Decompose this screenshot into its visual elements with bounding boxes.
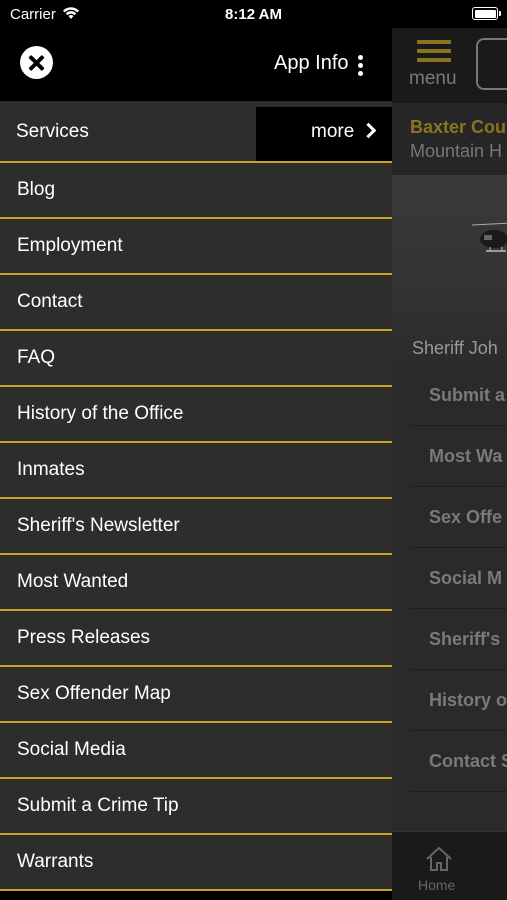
- menu-item-history[interactable]: History of the Office: [0, 387, 392, 443]
- list-item-label: Most Wa: [429, 446, 503, 466]
- list-item[interactable]: Most Wa: [410, 426, 507, 487]
- background-app: menu Baxter Cou Mountain H Sheriff Joh S…: [392, 28, 507, 900]
- status-time: 8:12 AM: [225, 6, 282, 23]
- services-label: Services: [16, 121, 89, 142]
- list-item-label: Sheriff's: [429, 629, 501, 649]
- menu-item-label: History of the Office: [17, 403, 184, 424]
- menu-item-label: Contact: [17, 291, 83, 312]
- menu-item-label: Social Media: [17, 739, 126, 760]
- menu-item-blog[interactable]: Blog: [0, 163, 392, 219]
- menu-item-label: Most Wanted: [17, 571, 129, 592]
- list-item[interactable]: History o: [410, 670, 507, 731]
- menu-item-label: Sheriff's Newsletter: [17, 515, 180, 536]
- agency-location: Mountain H: [410, 141, 503, 161]
- menu-item-label: Inmates: [17, 459, 85, 480]
- list-item[interactable]: Sheriff's: [410, 609, 507, 670]
- menu-item-employment[interactable]: Employment: [0, 219, 392, 275]
- menu-item-label: Sex Offender Map: [17, 683, 171, 704]
- menu-item-label: Submit a Crime Tip: [17, 795, 179, 816]
- list-item-label: Social M: [429, 568, 503, 588]
- hero-image: Sheriff Joh: [392, 175, 507, 365]
- side-drawer: App Info Services more Blog Employment C…: [0, 0, 392, 900]
- drawer-menu-list: Blog Employment Contact FAQ History of t…: [0, 163, 392, 891]
- menu-item-crime-tip[interactable]: Submit a Crime Tip: [0, 779, 392, 835]
- more-button[interactable]: more: [256, 107, 392, 161]
- menu-item-newsletter[interactable]: Sheriff's Newsletter: [0, 499, 392, 555]
- home-icon[interactable]: [424, 846, 454, 872]
- menu-item-faq[interactable]: FAQ: [0, 331, 392, 387]
- list-item-label: Sex Offe: [429, 507, 503, 527]
- list-item[interactable]: Sex Offe: [410, 487, 507, 548]
- header-button[interactable]: [476, 38, 507, 90]
- helicopter-icon: [472, 222, 507, 252]
- menu-item-label: Blog: [17, 179, 56, 200]
- menu-item-press-releases[interactable]: Press Releases: [0, 611, 392, 667]
- more-label: more: [311, 121, 355, 142]
- close-icon[interactable]: [20, 46, 53, 79]
- menu-item-label: Press Releases: [17, 627, 151, 648]
- menu-item-inmates[interactable]: Inmates: [0, 443, 392, 499]
- hero-caption: Sheriff Joh: [412, 338, 498, 358]
- battery-icon: [472, 7, 501, 20]
- list-item-label: Contact S: [429, 751, 507, 771]
- list-item-label: History o: [429, 690, 507, 710]
- drawer-header: App Info: [0, 28, 392, 101]
- background-title-area: Baxter Cou Mountain H: [392, 103, 507, 175]
- tab-bar: Home: [392, 831, 507, 900]
- agency-title: Baxter Cou: [410, 117, 507, 137]
- list-item[interactable]: Submit a: [410, 365, 507, 426]
- background-list: Submit a Most Wa Sex Offe Social M Sheri…: [392, 365, 507, 792]
- menu-item-warrants[interactable]: Warrants: [0, 835, 392, 891]
- chevron-right-icon: [360, 122, 377, 139]
- menu-item-label: Warrants: [17, 851, 94, 872]
- list-item-label: Submit a: [429, 385, 506, 405]
- menu-label: menu: [409, 68, 457, 89]
- menu-item-label: Employment: [17, 235, 123, 256]
- services-row[interactable]: Services more: [0, 101, 392, 163]
- app-info-button[interactable]: App Info: [274, 52, 349, 75]
- background-header: menu: [392, 28, 507, 103]
- status-bar: Carrier 8:12 AM: [0, 0, 507, 28]
- more-vertical-icon[interactable]: [358, 55, 364, 79]
- menu-item-most-wanted[interactable]: Most Wanted: [0, 555, 392, 611]
- menu-item-contact[interactable]: Contact: [0, 275, 392, 331]
- list-item[interactable]: Contact S: [410, 731, 507, 792]
- list-item[interactable]: Social M: [410, 548, 507, 609]
- tab-home-label[interactable]: Home: [418, 877, 455, 893]
- menu-item-sex-offender-map[interactable]: Sex Offender Map: [0, 667, 392, 723]
- menu-item-social-media[interactable]: Social Media: [0, 723, 392, 779]
- menu-item-label: FAQ: [17, 347, 56, 368]
- hamburger-icon[interactable]: [417, 40, 451, 67]
